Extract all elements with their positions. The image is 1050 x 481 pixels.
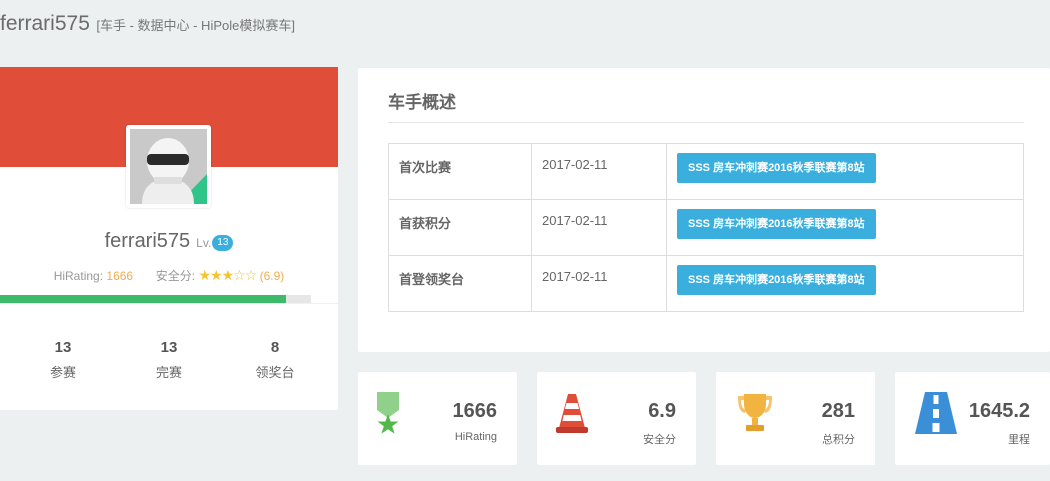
metric-tile-hirating: 1666 HiRating <box>358 372 517 465</box>
stat-podiums-value: 8 <box>270 339 280 356</box>
metric-value: 1666 <box>452 400 498 422</box>
table-row: 首获积分 2017-02-11 SSS 房车冲刺赛2016秋季联赛第8站 <box>388 199 1024 256</box>
overview-table: 首次比赛 2017-02-11 SSS 房车冲刺赛2016秋季联赛第8站 首获积… <box>388 143 1024 312</box>
metric-tile-safety: 6.9 安全分 <box>537 372 696 465</box>
star-filled-icon: ★ <box>221 267 235 283</box>
safety-label: 安全分: <box>155 269 196 283</box>
metric-tile-mileage: 1645.2 里程 <box>895 372 1050 465</box>
divider <box>0 303 338 304</box>
level-badge: 13 <box>212 235 234 251</box>
table-row: 首登领奖台 2017-02-11 SSS 房车冲刺赛2016秋季联赛第8站 <box>388 255 1024 312</box>
overview-title: 车手概述 <box>388 93 456 112</box>
star-empty-icon: ☆ <box>233 267 246 283</box>
stat-races-label: 参赛 <box>49 365 76 380</box>
driver-name: ferrari575 Lv. 13 <box>0 230 338 253</box>
divider <box>388 122 1024 123</box>
stat-podiums: 8 领奖台 <box>222 339 328 381</box>
hirating-label: HiRating: <box>53 269 104 283</box>
star-empty-icon: ☆ <box>244 267 258 283</box>
overview-card: 车手概述 首次比赛 2017-02-11 SSS 房车冲刺赛2016秋季联赛第8… <box>358 68 1050 352</box>
metric-label: 总积分 <box>822 434 855 446</box>
helmet-avatar-icon <box>130 129 207 204</box>
row-label: 首次比赛 <box>388 143 532 200</box>
metric-label: 安全分 <box>643 434 676 446</box>
trophy-icon <box>738 394 772 431</box>
event-link-button[interactable]: SSS 房车冲刺赛2016秋季联赛第8站 <box>677 153 876 183</box>
progress-fill <box>0 295 287 303</box>
avatar[interactable] <box>126 125 211 208</box>
road-icon <box>915 392 957 434</box>
row-label: 首登领奖台 <box>388 255 532 312</box>
safety-stars: ★★★☆☆ <box>198 267 258 283</box>
safety-value: (6.9) <box>259 269 285 283</box>
traffic-cone-icon <box>556 394 588 433</box>
metric-tile-points: 281 总积分 <box>716 372 875 465</box>
stat-finished-label: 完赛 <box>155 365 182 380</box>
metric-value: 6.9 <box>648 400 676 422</box>
stat-races: 13 参赛 <box>10 339 116 381</box>
stat-podiums-label: 领奖台 <box>255 365 295 380</box>
event-link-button[interactable]: SSS 房车冲刺赛2016秋季联赛第8站 <box>677 209 876 239</box>
page-title-subtitle: [车手 - 数据中心 - HiPole模拟赛车] <box>96 18 295 33</box>
ribbon-star-icon <box>377 392 399 434</box>
metric-value: 1645.2 <box>968 400 1030 422</box>
metric-label: HiRating <box>454 431 497 443</box>
profile-card: ferrari575 Lv. 13 HiRating: 1666 安全分: ★★★☆… <box>0 67 338 410</box>
table-row: 首次比赛 2017-02-11 SSS 房车冲刺赛2016秋季联赛第8站 <box>388 143 1024 200</box>
stat-finished: 13 完赛 <box>116 339 222 381</box>
row-date: 2017-02-11 <box>531 143 667 200</box>
star-filled-icon: ★ <box>198 267 211 283</box>
stat-races-value: 13 <box>54 339 72 356</box>
page-title: ferrari575 [车手 - 数据中心 - HiPole模拟赛车] <box>0 12 295 42</box>
driver-name-text: ferrari575 <box>104 230 191 252</box>
row-label: 首获积分 <box>388 199 532 256</box>
star-filled-icon: ★ <box>210 267 223 283</box>
row-date: 2017-02-11 <box>531 199 667 256</box>
row-date: 2017-02-11 <box>531 255 667 312</box>
stat-finished-value: 13 <box>160 339 178 356</box>
rating-line: HiRating: 1666 安全分: ★★★☆☆ (6.9) <box>0 267 338 284</box>
event-link-button[interactable]: SSS 房车冲刺赛2016秋季联赛第8站 <box>677 265 876 295</box>
hirating-value: 1666 <box>106 269 134 283</box>
level-prefix: Lv. <box>196 236 212 250</box>
progress-bar <box>0 295 311 303</box>
metric-label: 里程 <box>1008 434 1030 446</box>
metric-value: 281 <box>821 400 855 422</box>
page-title-username: ferrari575 <box>0 12 90 35</box>
